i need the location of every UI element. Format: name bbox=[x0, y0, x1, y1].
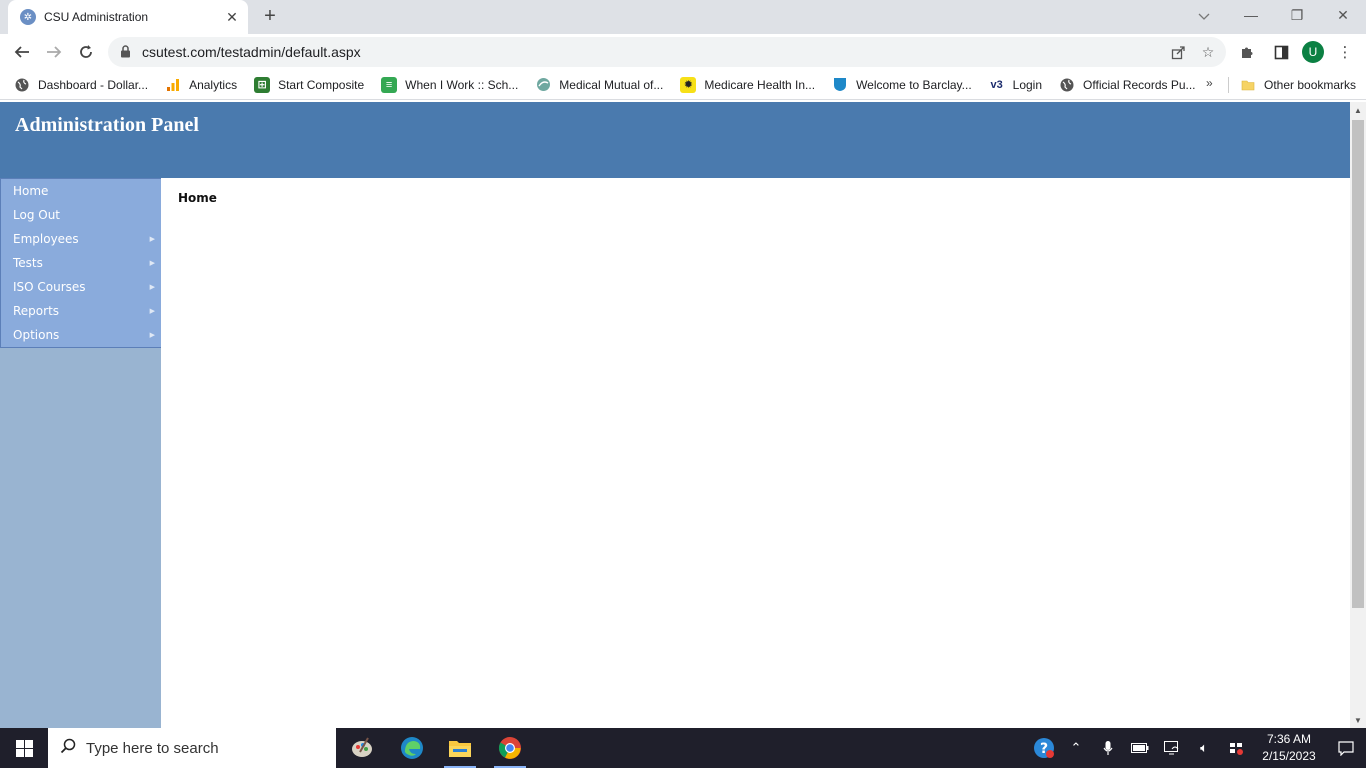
extensions-puzzle-icon[interactable] bbox=[1234, 38, 1260, 66]
more-menu-icon[interactable]: ⋮ bbox=[1332, 38, 1358, 66]
browser-tab[interactable]: ✲ CSU Administration ✕ bbox=[8, 0, 248, 34]
menu-item-options[interactable]: Options ▶ bbox=[1, 323, 161, 347]
microphone-icon[interactable] bbox=[1092, 728, 1124, 768]
bookmark-item[interactable]: v3 Login bbox=[989, 77, 1043, 93]
close-tab-icon[interactable]: ✕ bbox=[222, 7, 242, 27]
start-button[interactable] bbox=[0, 728, 48, 768]
profile-avatar[interactable]: U bbox=[1302, 41, 1324, 63]
bookmark-item[interactable]: Dashboard - Dollar... bbox=[14, 77, 148, 93]
menu-item-home[interactable]: Home bbox=[1, 179, 161, 203]
menu-item-log-out[interactable]: Log Out bbox=[1, 203, 161, 227]
bookmark-item[interactable]: ⊞ Start Composite bbox=[254, 76, 364, 93]
menu-item-iso-courses[interactable]: ISO Courses ▶ bbox=[1, 275, 161, 299]
menu-item-reports[interactable]: Reports ▶ bbox=[1, 299, 161, 323]
system-tray: ? ⌃ 🔈︎ 7:36 AM 2/15/2023 bbox=[1028, 728, 1366, 768]
side-panel-icon[interactable] bbox=[1268, 38, 1294, 66]
url-text: csutest.com/testadmin/default.aspx bbox=[142, 44, 361, 60]
composite-icon: ⊞ bbox=[254, 76, 271, 93]
tab-title: CSU Administration bbox=[44, 10, 149, 24]
globe-icon bbox=[1059, 77, 1075, 93]
submenu-arrow-icon: ▶ bbox=[149, 259, 155, 267]
edge-app-icon[interactable] bbox=[392, 732, 432, 764]
chrome-app-icon[interactable] bbox=[490, 732, 530, 768]
browser-toolbar: csutest.com/testadmin/default.aspx ☆ U ⋮ bbox=[0, 34, 1366, 70]
restore-icon[interactable]: ❐ bbox=[1274, 0, 1320, 30]
nav-menu: Home Log Out Employees ▶ Tests ▶ ISO Cou… bbox=[0, 178, 162, 348]
sun-icon: ✹ bbox=[680, 76, 697, 93]
menu-item-tests[interactable]: Tests ▶ bbox=[1, 251, 161, 275]
site-favicon-icon: ✲ bbox=[20, 9, 36, 25]
taskbar: Type here to search ? ⌃ 🔈︎ 7:36 AM 2/15/… bbox=[0, 728, 1366, 768]
help-icon[interactable]: ? bbox=[1028, 728, 1060, 768]
bookmarks-bar: Dashboard - Dollar... Analytics ⊞ Start … bbox=[0, 70, 1366, 100]
other-bookmarks[interactable]: Other bookmarks bbox=[1240, 70, 1356, 100]
file-explorer-icon[interactable] bbox=[440, 732, 480, 768]
forward-arrow-icon[interactable] bbox=[40, 38, 68, 66]
search-placeholder: Type here to search bbox=[86, 739, 219, 757]
submenu-arrow-icon: ▶ bbox=[149, 283, 155, 291]
app-tray-icon[interactable] bbox=[1220, 728, 1252, 768]
v3-icon: v3 bbox=[990, 78, 1003, 91]
lock-icon[interactable] bbox=[120, 45, 132, 59]
address-bar[interactable]: csutest.com/testadmin/default.aspx ☆ bbox=[108, 37, 1226, 67]
taskbar-search[interactable]: Type here to search bbox=[48, 728, 336, 768]
minimize-icon[interactable]: — bbox=[1228, 0, 1274, 30]
submenu-arrow-icon: ▶ bbox=[149, 331, 155, 339]
clock-time: 7:36 AM bbox=[1266, 732, 1312, 746]
page-scrollbar[interactable]: ▲ ▼ bbox=[1350, 102, 1366, 728]
search-icon bbox=[60, 738, 76, 759]
back-arrow-icon[interactable] bbox=[8, 38, 36, 66]
network-icon[interactable] bbox=[1156, 728, 1188, 768]
volume-icon[interactable]: 🔈︎ bbox=[1188, 728, 1220, 768]
page-title: Administration Panel bbox=[15, 114, 199, 136]
breadcrumb: Home bbox=[178, 191, 217, 205]
sidebar: Home Log Out Employees ▶ Tests ▶ ISO Cou… bbox=[0, 178, 162, 728]
clock-date: 2/15/2023 bbox=[1262, 749, 1316, 763]
chevron-up-icon[interactable]: ⌃ bbox=[1060, 728, 1092, 768]
bookmark-item[interactable]: ✹ Medicare Health In... bbox=[680, 76, 815, 93]
clock[interactable]: 7:36 AM 2/15/2023 bbox=[1252, 731, 1326, 765]
new-tab-icon[interactable]: + bbox=[258, 5, 282, 29]
bookmarks-overflow-icon[interactable]: » bbox=[1206, 76, 1213, 90]
document-icon: ≡ bbox=[381, 76, 398, 93]
browser-tab-strip: ✲ CSU Administration ✕ + — ❐ ✕ bbox=[0, 0, 1366, 34]
bookmark-star-icon[interactable]: ☆ bbox=[1196, 40, 1220, 64]
page-header: Administration Panel bbox=[0, 102, 1350, 178]
notifications-icon[interactable] bbox=[1326, 728, 1366, 768]
submenu-arrow-icon: ▶ bbox=[149, 307, 155, 315]
scrollbar-thumb[interactable] bbox=[1352, 120, 1364, 608]
window-controls: — ❐ ✕ bbox=[1228, 0, 1366, 34]
web-page: Administration Panel Home Log Out Employ… bbox=[0, 102, 1350, 728]
battery-icon[interactable] bbox=[1124, 728, 1156, 768]
bookmark-item[interactable]: Official Records Pu... bbox=[1059, 77, 1196, 93]
bookmarks-separator bbox=[1228, 77, 1229, 93]
share-icon[interactable] bbox=[1166, 40, 1190, 64]
bookmark-item[interactable]: Medical Mutual of... bbox=[535, 77, 663, 93]
scroll-up-icon[interactable]: ▲ bbox=[1350, 102, 1366, 118]
main-content: Home bbox=[161, 178, 1350, 728]
bookmark-item[interactable]: ≡ When I Work :: Sch... bbox=[381, 76, 518, 93]
windows-logo-icon bbox=[15, 739, 33, 757]
bookmark-item[interactable]: Analytics bbox=[165, 77, 237, 93]
analytics-icon bbox=[165, 77, 181, 93]
folder-icon bbox=[1240, 77, 1256, 93]
scroll-down-icon[interactable]: ▼ bbox=[1350, 712, 1366, 728]
tab-search-chevron-icon[interactable] bbox=[1192, 5, 1216, 29]
medical-icon bbox=[535, 77, 551, 93]
globe-icon bbox=[14, 77, 30, 93]
close-window-icon[interactable]: ✕ bbox=[1320, 0, 1366, 30]
submenu-arrow-icon: ▶ bbox=[149, 235, 155, 243]
barclays-icon bbox=[832, 77, 848, 93]
reload-icon[interactable] bbox=[72, 38, 100, 66]
menu-item-employees[interactable]: Employees ▶ bbox=[1, 227, 161, 251]
paint-app-icon[interactable] bbox=[342, 732, 382, 764]
bookmark-item[interactable]: Welcome to Barclay... bbox=[832, 77, 972, 93]
